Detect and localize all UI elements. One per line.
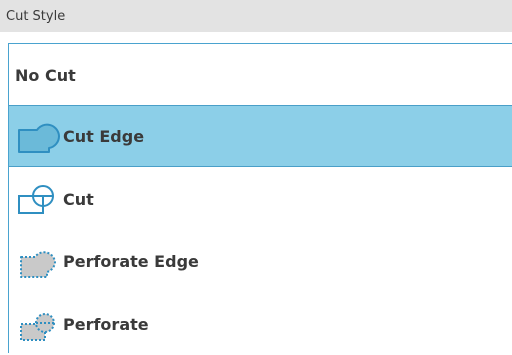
- option-perforate-edge[interactable]: Perforate Edge: [9, 230, 512, 292]
- option-label: Perforate Edge: [63, 251, 199, 271]
- cut-icon: [15, 179, 63, 219]
- option-cut-edge[interactable]: Cut Edge: [9, 105, 512, 167]
- panel-title: Cut Style: [6, 8, 66, 24]
- perforate-edge-icon: [15, 241, 63, 281]
- panel-header: Cut Style: [0, 0, 512, 32]
- option-label: No Cut: [15, 65, 76, 85]
- perforate-icon: [15, 304, 63, 344]
- option-cut[interactable]: Cut: [9, 168, 512, 230]
- option-label: Cut: [63, 189, 94, 209]
- cut-edge-icon: [15, 116, 63, 156]
- option-perforate[interactable]: Perforate: [9, 293, 512, 355]
- option-label: Cut Edge: [63, 126, 145, 146]
- option-no-cut[interactable]: No Cut: [9, 44, 512, 106]
- cut-style-list: No Cut Cut Edge Cut Perforate Edge Perfo…: [8, 43, 512, 353]
- option-label: Perforate: [63, 314, 149, 334]
